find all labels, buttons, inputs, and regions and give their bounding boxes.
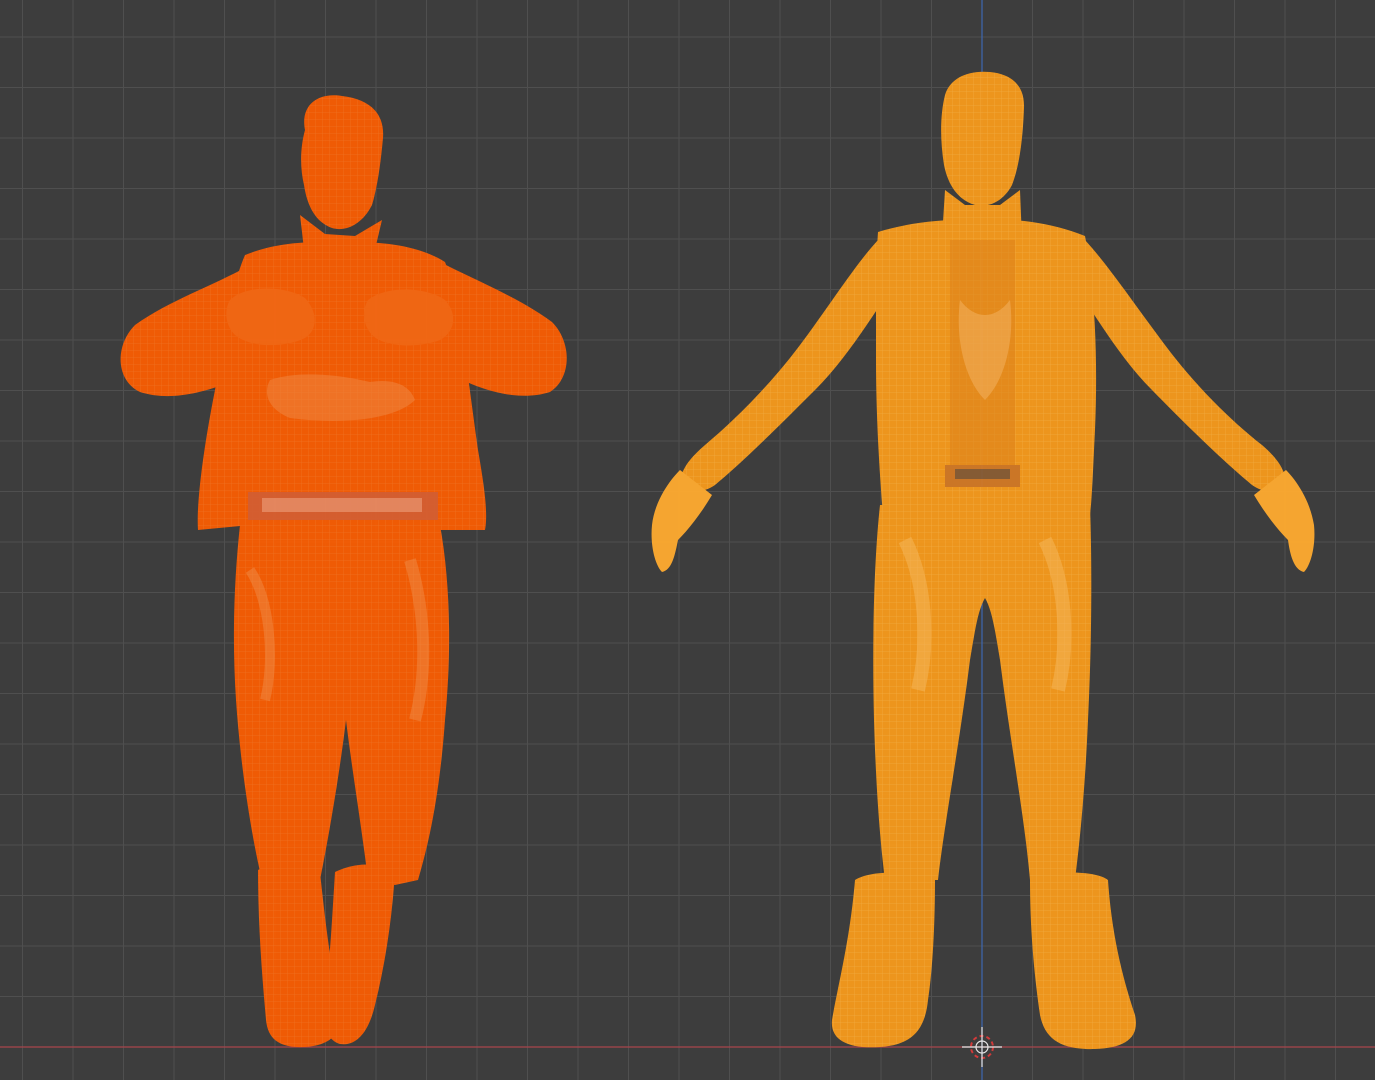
posed-character-fist-right (363, 289, 454, 346)
3d-cursor-icon[interactable] (962, 1027, 1002, 1067)
apose-character-mesh[interactable] (651, 71, 1315, 1050)
apose-character-boot-right (1030, 872, 1136, 1050)
grid-major-lines (0, 0, 1375, 1080)
viewport-canvas[interactable] (0, 0, 1375, 1080)
apose-character-arm-left (680, 240, 890, 492)
apose-character-boot-left (831, 872, 935, 1048)
posed-character-mesh[interactable] (120, 95, 567, 1048)
3d-viewport[interactable] (0, 0, 1375, 1080)
apose-character-arm-right (1078, 240, 1286, 492)
apose-character-head (941, 71, 1025, 206)
posed-character-fist-left (226, 288, 315, 346)
posed-character-boot-right (323, 864, 395, 1045)
posed-character-head (301, 95, 384, 230)
